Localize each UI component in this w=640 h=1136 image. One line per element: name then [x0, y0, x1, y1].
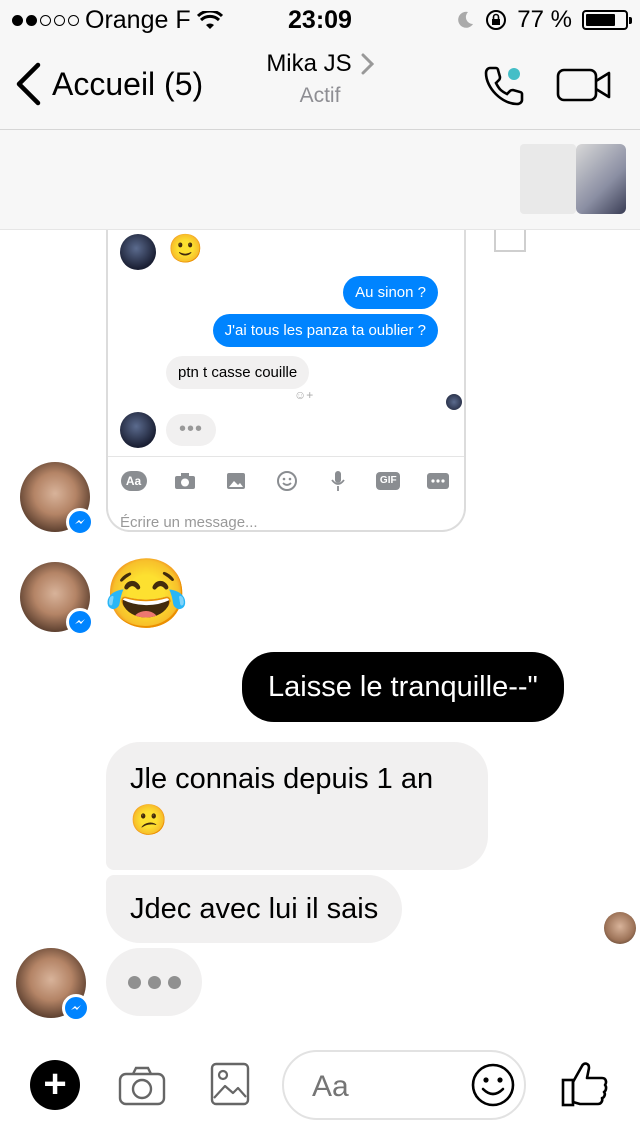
back-button[interactable]: Accueil (5): [14, 62, 203, 106]
incoming-message-emoji: 😕: [130, 804, 168, 838]
mini-bubble-out: J'ai tous les panza ta oublier ?: [212, 314, 438, 347]
mini-gif-icon: GIF: [376, 471, 401, 490]
mini-more-icon: [425, 470, 451, 492]
sender-avatar[interactable]: [16, 948, 90, 1022]
add-button[interactable]: +: [30, 1060, 80, 1110]
gallery-icon[interactable]: [210, 1062, 250, 1106]
contact-status: Actif: [299, 84, 341, 107]
strip-avatar[interactable]: [576, 144, 626, 214]
emoji-icon[interactable]: [470, 1062, 516, 1108]
active-strip: [0, 130, 640, 230]
mini-typing-indicator: •••: [166, 414, 216, 446]
strip-placeholder: [520, 144, 576, 214]
nav-bar: Accueil (5) Mika JS Actif: [0, 40, 640, 130]
incoming-message-text: Jle connais depuis 1 an: [130, 763, 434, 795]
composer: +: [0, 1036, 640, 1136]
mini-read-receipt: [446, 394, 462, 410]
chevron-left-icon: [16, 62, 41, 106]
mini-avatar: [120, 234, 156, 270]
message-input[interactable]: [312, 1070, 432, 1104]
battery-icon: [582, 10, 632, 30]
incoming-message[interactable]: Jdec avec lui il sais: [106, 875, 403, 943]
incoming-message[interactable]: Jle connais depuis 1 an 😕: [106, 742, 488, 870]
mini-aa-icon: Aa: [120, 470, 147, 491]
shared-image[interactable]: 🙂 Au sinon ? J'ai tous les panza ta oubl…: [106, 230, 466, 532]
outgoing-message[interactable]: Laisse le tranquille--": [242, 652, 564, 722]
mini-emoji-icon: [274, 470, 300, 492]
battery-percent: 77 %: [517, 6, 572, 33]
video-call-icon[interactable]: [556, 68, 612, 102]
read-receipt-avatar: [604, 912, 636, 944]
mini-toolbar: Aa GIF: [108, 456, 464, 504]
mini-image-icon: [223, 470, 249, 492]
conversation-header[interactable]: Mika JS Actif: [220, 50, 420, 108]
mini-mic-icon: [325, 470, 351, 492]
message-input-field[interactable]: [282, 1050, 526, 1120]
status-bar: Orange F 23:09 77 %: [0, 0, 640, 40]
mini-emoji: 🙂: [168, 233, 203, 264]
mini-bubble-in: ptn t casse couille: [166, 356, 310, 389]
typing-indicator: [106, 948, 202, 1016]
sender-avatar[interactable]: [20, 562, 94, 636]
battery-level: [586, 14, 616, 26]
mini-avatar: [120, 412, 156, 448]
mini-input-placeholder: Écrire un message...: [120, 514, 258, 531]
mini-bubble-out: Au sinon ?: [343, 276, 438, 309]
rotation-lock-icon: [486, 10, 507, 30]
messenger-badge-icon: [66, 508, 94, 536]
sender-avatar[interactable]: [20, 462, 94, 536]
phone-call-icon[interactable]: [482, 62, 528, 108]
back-label: Accueil (5): [52, 65, 204, 102]
moon-icon: [458, 11, 474, 28]
contact-name: Mika JS: [266, 50, 352, 77]
shared-image-edge: [494, 230, 526, 252]
messenger-badge-icon: [66, 608, 94, 636]
mini-camera-icon: [172, 470, 198, 492]
emoji-message[interactable]: 😂: [104, 560, 189, 628]
messenger-badge-icon: [62, 994, 90, 1022]
chevron-right-icon: [361, 53, 374, 75]
status-right: 77 %: [455, 6, 632, 34]
mini-reaction-icon: ☺+: [294, 388, 314, 402]
thumbs-up-icon[interactable]: [560, 1060, 610, 1108]
camera-icon[interactable]: [118, 1066, 166, 1106]
